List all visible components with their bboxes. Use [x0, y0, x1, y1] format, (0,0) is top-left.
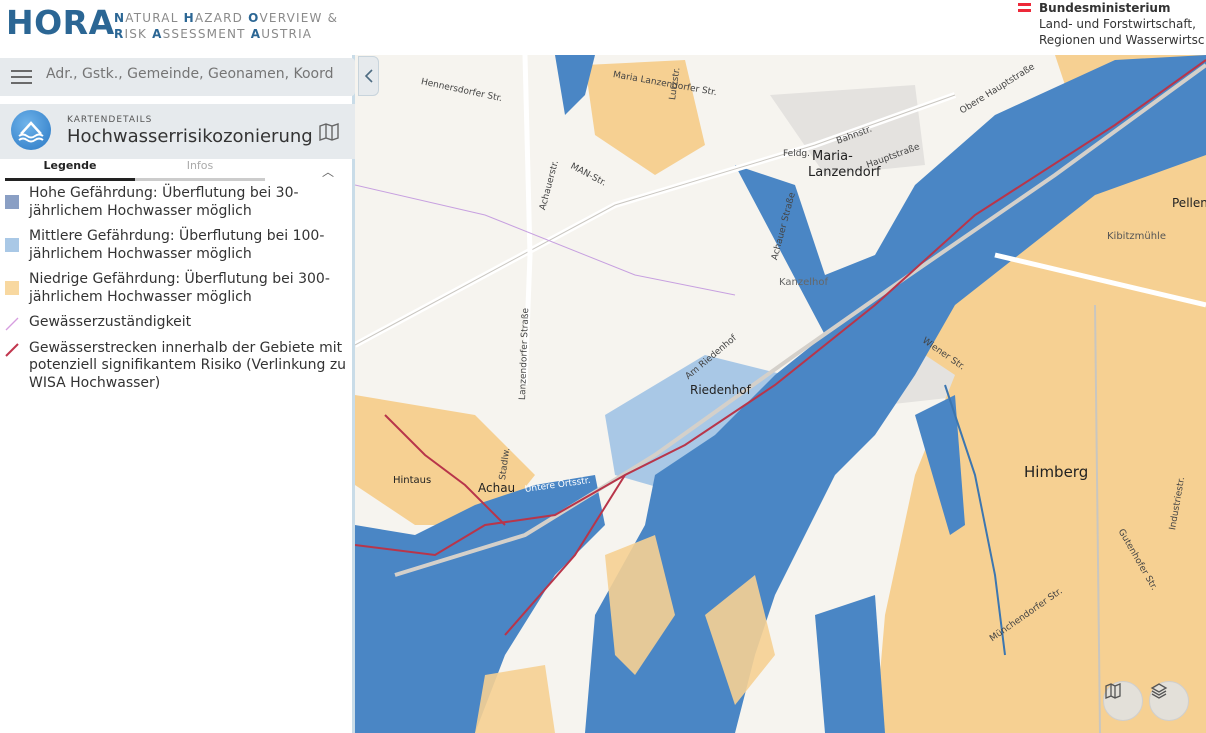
hora-logo[interactable]: HORA — [6, 3, 115, 42]
place-pellen[interactable]: Pellen — [1172, 196, 1206, 210]
legend-label: Gewässerstrecken innerhalb der Gebiete m… — [29, 339, 347, 391]
card-kicker: KARTENDETAILS — [67, 115, 153, 125]
tab-infos[interactable]: Infos — [135, 159, 265, 181]
top-header: HORA NATURAL HAZARD OVERVIEW & RISK ASSE… — [0, 0, 1206, 55]
legend-line-icon — [5, 342, 19, 357]
place-achau[interactable]: Achau — [478, 481, 515, 495]
ministry-line-1: Land- und Forstwirtschaft, — [1039, 17, 1196, 31]
layers-icon — [1150, 683, 1168, 699]
basemap-button[interactable] — [1103, 681, 1143, 721]
basemap-icon — [1105, 683, 1121, 699]
chevron-up-icon[interactable]: ︿ — [322, 163, 334, 180]
chevron-left-icon — [364, 69, 373, 83]
place-kibitzmuehle[interactable]: Kibitzmühle — [1107, 231, 1166, 242]
page-title: Hochwasserrisikozonierung — [67, 126, 313, 147]
hora-tagline: NATURAL HAZARD OVERVIEW & RISK ASSESSMEN… — [114, 10, 338, 42]
collapse-sidebar-button[interactable] — [358, 56, 379, 96]
legend-item: Gewässerzuständigkeit — [0, 314, 352, 332]
place-hintaus[interactable]: Hintaus — [393, 475, 431, 486]
legend-item: Niedrige Gefährdung: Überflutung bei 300… — [0, 271, 352, 306]
hamburger-menu-icon[interactable] — [11, 70, 32, 84]
app-window: HORA NATURAL HAZARD OVERVIEW & RISK ASSE… — [0, 0, 1206, 733]
flood-icon — [11, 110, 51, 150]
legend-swatch — [5, 195, 19, 209]
legend-label: Mittlere Gefährdung: Überflutung bei 100… — [29, 228, 325, 262]
map-details-header: KARTENDETAILS Hochwasserrisikozonierung — [0, 104, 355, 159]
place-maria-lanzendorf-1[interactable]: Maria- — [812, 149, 853, 164]
tab-legende[interactable]: Legende — [5, 159, 135, 181]
ministry-logo[interactable]: Bundesministerium Land- und Forstwirtsch… — [1018, 0, 1206, 48]
detail-tabs: Legende Infos — [0, 159, 355, 181]
legend-label: Gewässerzuständigkeit — [29, 314, 192, 330]
legend-list: Hohe Gefährdung: Überflutung bei 30-jähr… — [0, 185, 352, 400]
street-feldg: Feldg. — [783, 149, 811, 159]
legend-label: Hohe Gefährdung: Überflutung bei 30-jähr… — [29, 185, 299, 219]
place-riedenhof[interactable]: Riedenhof — [690, 383, 751, 397]
legend-label: Niedrige Gefährdung: Überflutung bei 300… — [29, 271, 330, 305]
sidebar-panel: KARTENDETAILS Hochwasserrisikozonierung … — [0, 55, 355, 733]
legend-swatch — [5, 281, 19, 295]
ministry-name: Bundesministerium — [1039, 1, 1171, 15]
place-kanzelhof[interactable]: Kanzelhof — [779, 277, 828, 288]
austria-flag-icon — [1018, 3, 1031, 12]
map-canvas[interactable] — [355, 55, 1206, 733]
place-himberg[interactable]: Himberg — [1024, 463, 1088, 481]
search-input[interactable] — [46, 66, 346, 82]
legend-item: Gewässerstrecken innerhalb der Gebiete m… — [0, 340, 352, 393]
legend-swatch — [5, 238, 19, 252]
tagline-line-1: NATURAL HAZARD OVERVIEW & — [114, 11, 339, 25]
legend-item: Mittlere Gefährdung: Überflutung bei 100… — [0, 228, 352, 263]
layers-button[interactable] — [1149, 681, 1189, 721]
flood-map[interactable]: Maria- Lanzendorf Himberg Riedenhof Acha… — [355, 55, 1206, 733]
ministry-line-2: Regionen und Wasserwirtsc — [1039, 33, 1205, 47]
map-icon[interactable] — [318, 122, 340, 142]
legend-item: Hohe Gefährdung: Überflutung bei 30-jähr… — [0, 185, 352, 220]
legend-line-icon — [5, 317, 19, 331]
tagline-line-2: RISK ASSESSMENT AUSTRIA — [114, 27, 313, 41]
search-bar — [0, 58, 355, 96]
